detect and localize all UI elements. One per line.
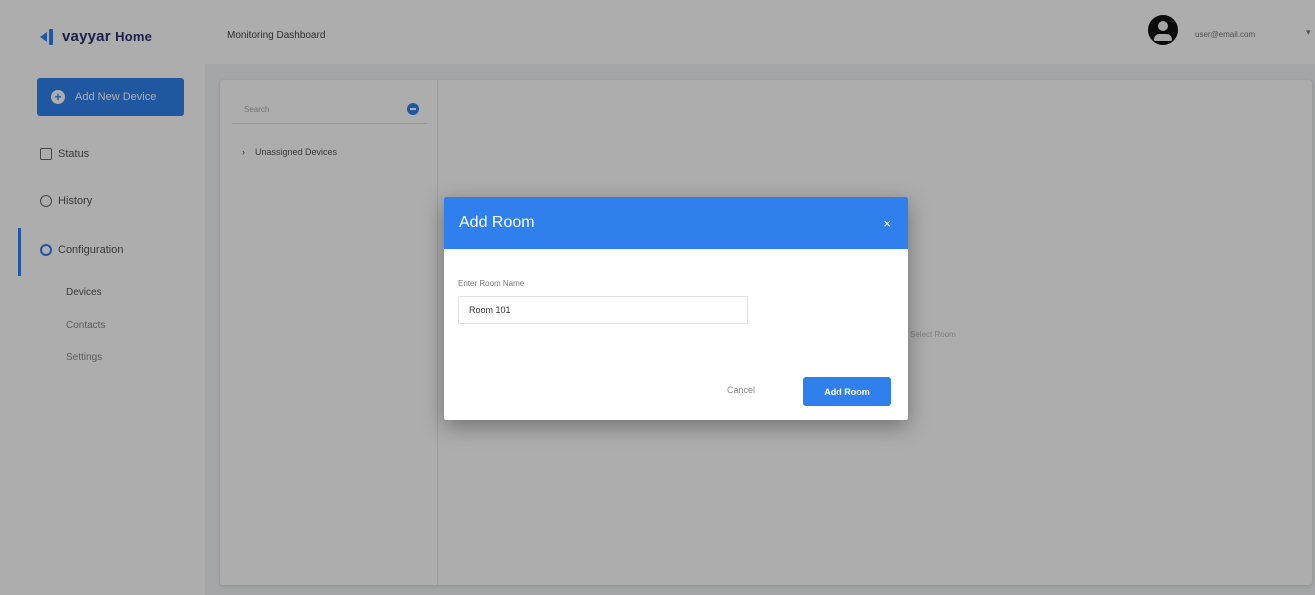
cancel-button[interactable]: Cancel <box>727 385 755 395</box>
room-name-input[interactable] <box>458 296 748 324</box>
room-name-label: Enter Room Name <box>458 279 525 288</box>
close-icon[interactable]: × <box>883 216 891 231</box>
add-room-dialog: Add Room × Enter Room Name Cancel Add Ro… <box>444 197 908 420</box>
dialog-title: Add Room <box>459 214 535 231</box>
dialog-header: Add Room × <box>444 197 908 249</box>
add-room-button[interactable]: Add Room <box>803 377 891 406</box>
